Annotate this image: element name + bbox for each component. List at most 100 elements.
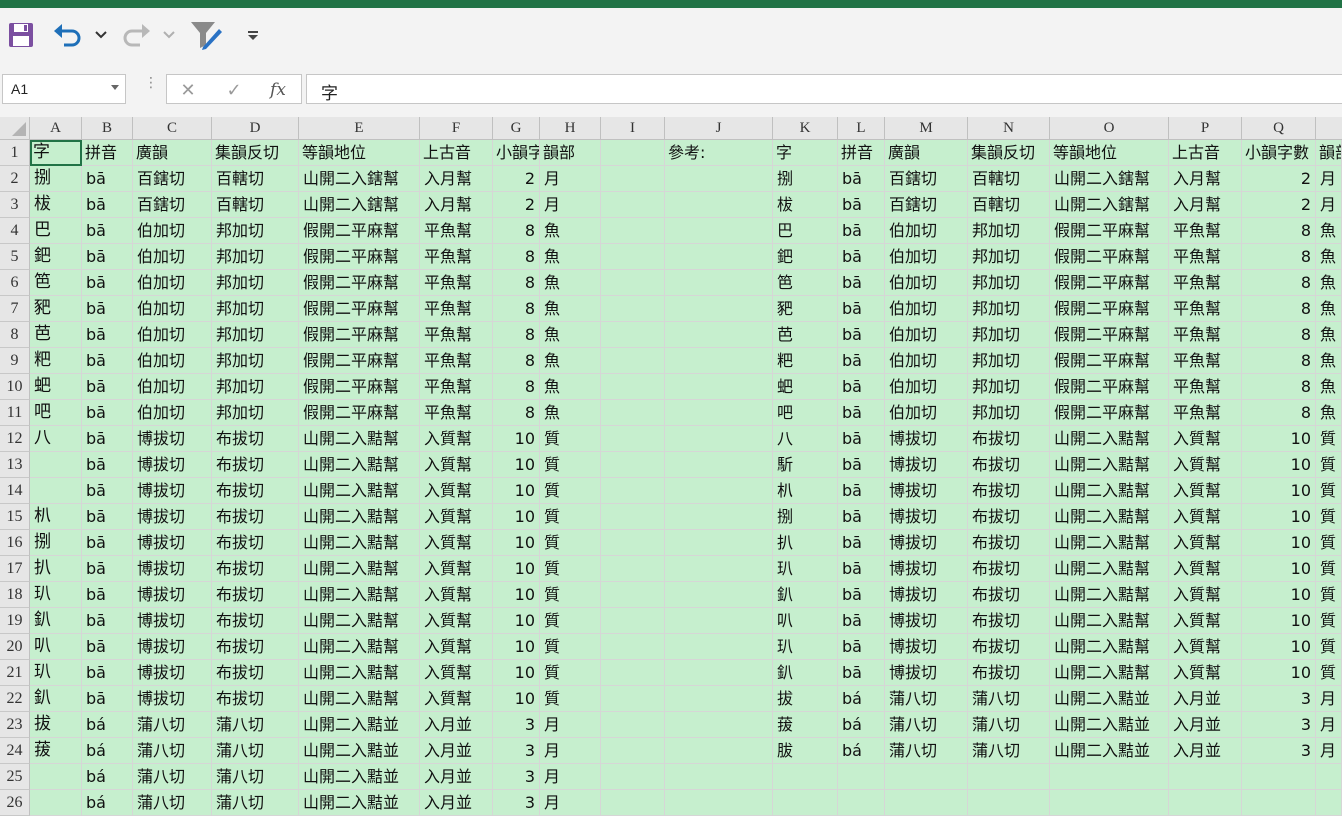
cell-b3[interactable]: bā (82, 192, 133, 218)
cell-e25[interactable]: 山開二入黠並 (299, 764, 420, 790)
cell-d8[interactable]: 邦加切 (212, 322, 299, 348)
cell-g18[interactable]: 10 (493, 582, 540, 608)
cell-o4[interactable]: 假開二平麻幫 (1050, 218, 1169, 244)
cell-i1[interactable] (601, 140, 665, 166)
cell-g24[interactable]: 3 (493, 738, 540, 764)
cell-c10[interactable]: 伯加切 (133, 374, 212, 400)
row-header-17[interactable]: 17 (0, 556, 30, 582)
cell-q3[interactable]: 2 (1242, 192, 1316, 218)
cell-h20[interactable]: 質 (540, 634, 601, 660)
cell-a1[interactable]: 字 (30, 140, 82, 166)
cell-o20[interactable]: 山開二入黠幫 (1050, 634, 1169, 660)
cell-j18[interactable] (665, 582, 773, 608)
cell-p8[interactable]: 平魚幫 (1169, 322, 1242, 348)
cell-a4[interactable]: 巴 (30, 218, 82, 244)
cell-i10[interactable] (601, 374, 665, 400)
cell-i12[interactable] (601, 426, 665, 452)
cell-i11[interactable] (601, 400, 665, 426)
cell-n13[interactable]: 布拔切 (968, 452, 1050, 478)
cell-b17[interactable]: bā (82, 556, 133, 582)
cell-m19[interactable]: 博拔切 (885, 608, 968, 634)
cell-e11[interactable]: 假開二平麻幫 (299, 400, 420, 426)
cell-c21[interactable]: 博拔切 (133, 660, 212, 686)
cell-j21[interactable] (665, 660, 773, 686)
cell-f9[interactable]: 平魚幫 (420, 348, 493, 374)
cell-m4[interactable]: 伯加切 (885, 218, 968, 244)
cell-e13[interactable]: 山開二入黠幫 (299, 452, 420, 478)
cell-o1[interactable]: 等韻地位 (1050, 140, 1169, 166)
cell-r4[interactable]: 魚 (1316, 218, 1342, 244)
cell-r24[interactable]: 月 (1316, 738, 1342, 764)
cell-m15[interactable]: 博拔切 (885, 504, 968, 530)
cell-p6[interactable]: 平魚幫 (1169, 270, 1242, 296)
row-header-2[interactable]: 2 (0, 166, 30, 192)
cell-b15[interactable]: bā (82, 504, 133, 530)
cell-q2[interactable]: 2 (1242, 166, 1316, 192)
row-header-1[interactable]: 1 (0, 140, 30, 166)
cell-p26[interactable] (1169, 790, 1242, 816)
cell-q19[interactable]: 10 (1242, 608, 1316, 634)
cell-j5[interactable] (665, 244, 773, 270)
cell-m5[interactable]: 伯加切 (885, 244, 968, 270)
cell-n24[interactable]: 蒲八切 (968, 738, 1050, 764)
cell-e14[interactable]: 山開二入黠幫 (299, 478, 420, 504)
cell-q25[interactable] (1242, 764, 1316, 790)
column-header-g[interactable]: G (493, 117, 540, 140)
cell-f23[interactable]: 入月並 (420, 712, 493, 738)
cell-a18[interactable]: 玐 (30, 582, 82, 608)
cell-a7[interactable]: 豝 (30, 296, 82, 322)
cell-e1[interactable]: 等韻地位 (299, 140, 420, 166)
cell-b14[interactable]: bā (82, 478, 133, 504)
cell-l3[interactable]: bā (838, 192, 885, 218)
cell-b22[interactable]: bā (82, 686, 133, 712)
cell-e15[interactable]: 山開二入黠幫 (299, 504, 420, 530)
cell-g1[interactable]: 小韻字數 (493, 140, 540, 166)
cell-p9[interactable]: 平魚幫 (1169, 348, 1242, 374)
cell-r5[interactable]: 魚 (1316, 244, 1342, 270)
cancel-button[interactable]: ✕ (175, 79, 201, 101)
cell-d5[interactable]: 邦加切 (212, 244, 299, 270)
cell-i7[interactable] (601, 296, 665, 322)
cell-n26[interactable] (968, 790, 1050, 816)
cell-g16[interactable]: 10 (493, 530, 540, 556)
cell-r16[interactable]: 質 (1316, 530, 1342, 556)
cell-k17[interactable]: 玐 (773, 556, 838, 582)
cell-i23[interactable] (601, 712, 665, 738)
cell-g3[interactable]: 2 (493, 192, 540, 218)
cell-m11[interactable]: 伯加切 (885, 400, 968, 426)
cell-g23[interactable]: 3 (493, 712, 540, 738)
cell-n4[interactable]: 邦加切 (968, 218, 1050, 244)
cell-f7[interactable]: 平魚幫 (420, 296, 493, 322)
cell-l4[interactable]: bā (838, 218, 885, 244)
cell-k5[interactable]: 鈀 (773, 244, 838, 270)
cell-c24[interactable]: 蒲八切 (133, 738, 212, 764)
cell-m24[interactable]: 蒲八切 (885, 738, 968, 764)
cell-h16[interactable]: 質 (540, 530, 601, 556)
cell-o11[interactable]: 假開二平麻幫 (1050, 400, 1169, 426)
cell-r15[interactable]: 質 (1316, 504, 1342, 530)
cell-j8[interactable] (665, 322, 773, 348)
cell-f21[interactable]: 入質幫 (420, 660, 493, 686)
cell-o7[interactable]: 假開二平麻幫 (1050, 296, 1169, 322)
cell-g14[interactable]: 10 (493, 478, 540, 504)
cell-r26[interactable] (1316, 790, 1342, 816)
cell-j23[interactable] (665, 712, 773, 738)
cell-q16[interactable]: 10 (1242, 530, 1316, 556)
cell-i3[interactable] (601, 192, 665, 218)
cell-m9[interactable]: 伯加切 (885, 348, 968, 374)
row-header-6[interactable]: 6 (0, 270, 30, 296)
cell-d21[interactable]: 布拔切 (212, 660, 299, 686)
cell-k2[interactable]: 捌 (773, 166, 838, 192)
cell-n5[interactable]: 邦加切 (968, 244, 1050, 270)
cell-c9[interactable]: 伯加切 (133, 348, 212, 374)
cell-g26[interactable]: 3 (493, 790, 540, 816)
cell-j1[interactable]: 參考: (665, 140, 773, 166)
cell-k23[interactable]: 菝 (773, 712, 838, 738)
cell-h15[interactable]: 質 (540, 504, 601, 530)
cell-i25[interactable] (601, 764, 665, 790)
cell-e6[interactable]: 假開二平麻幫 (299, 270, 420, 296)
cell-n6[interactable]: 邦加切 (968, 270, 1050, 296)
row-header-11[interactable]: 11 (0, 400, 30, 426)
cell-k15[interactable]: 捌 (773, 504, 838, 530)
cell-g22[interactable]: 10 (493, 686, 540, 712)
